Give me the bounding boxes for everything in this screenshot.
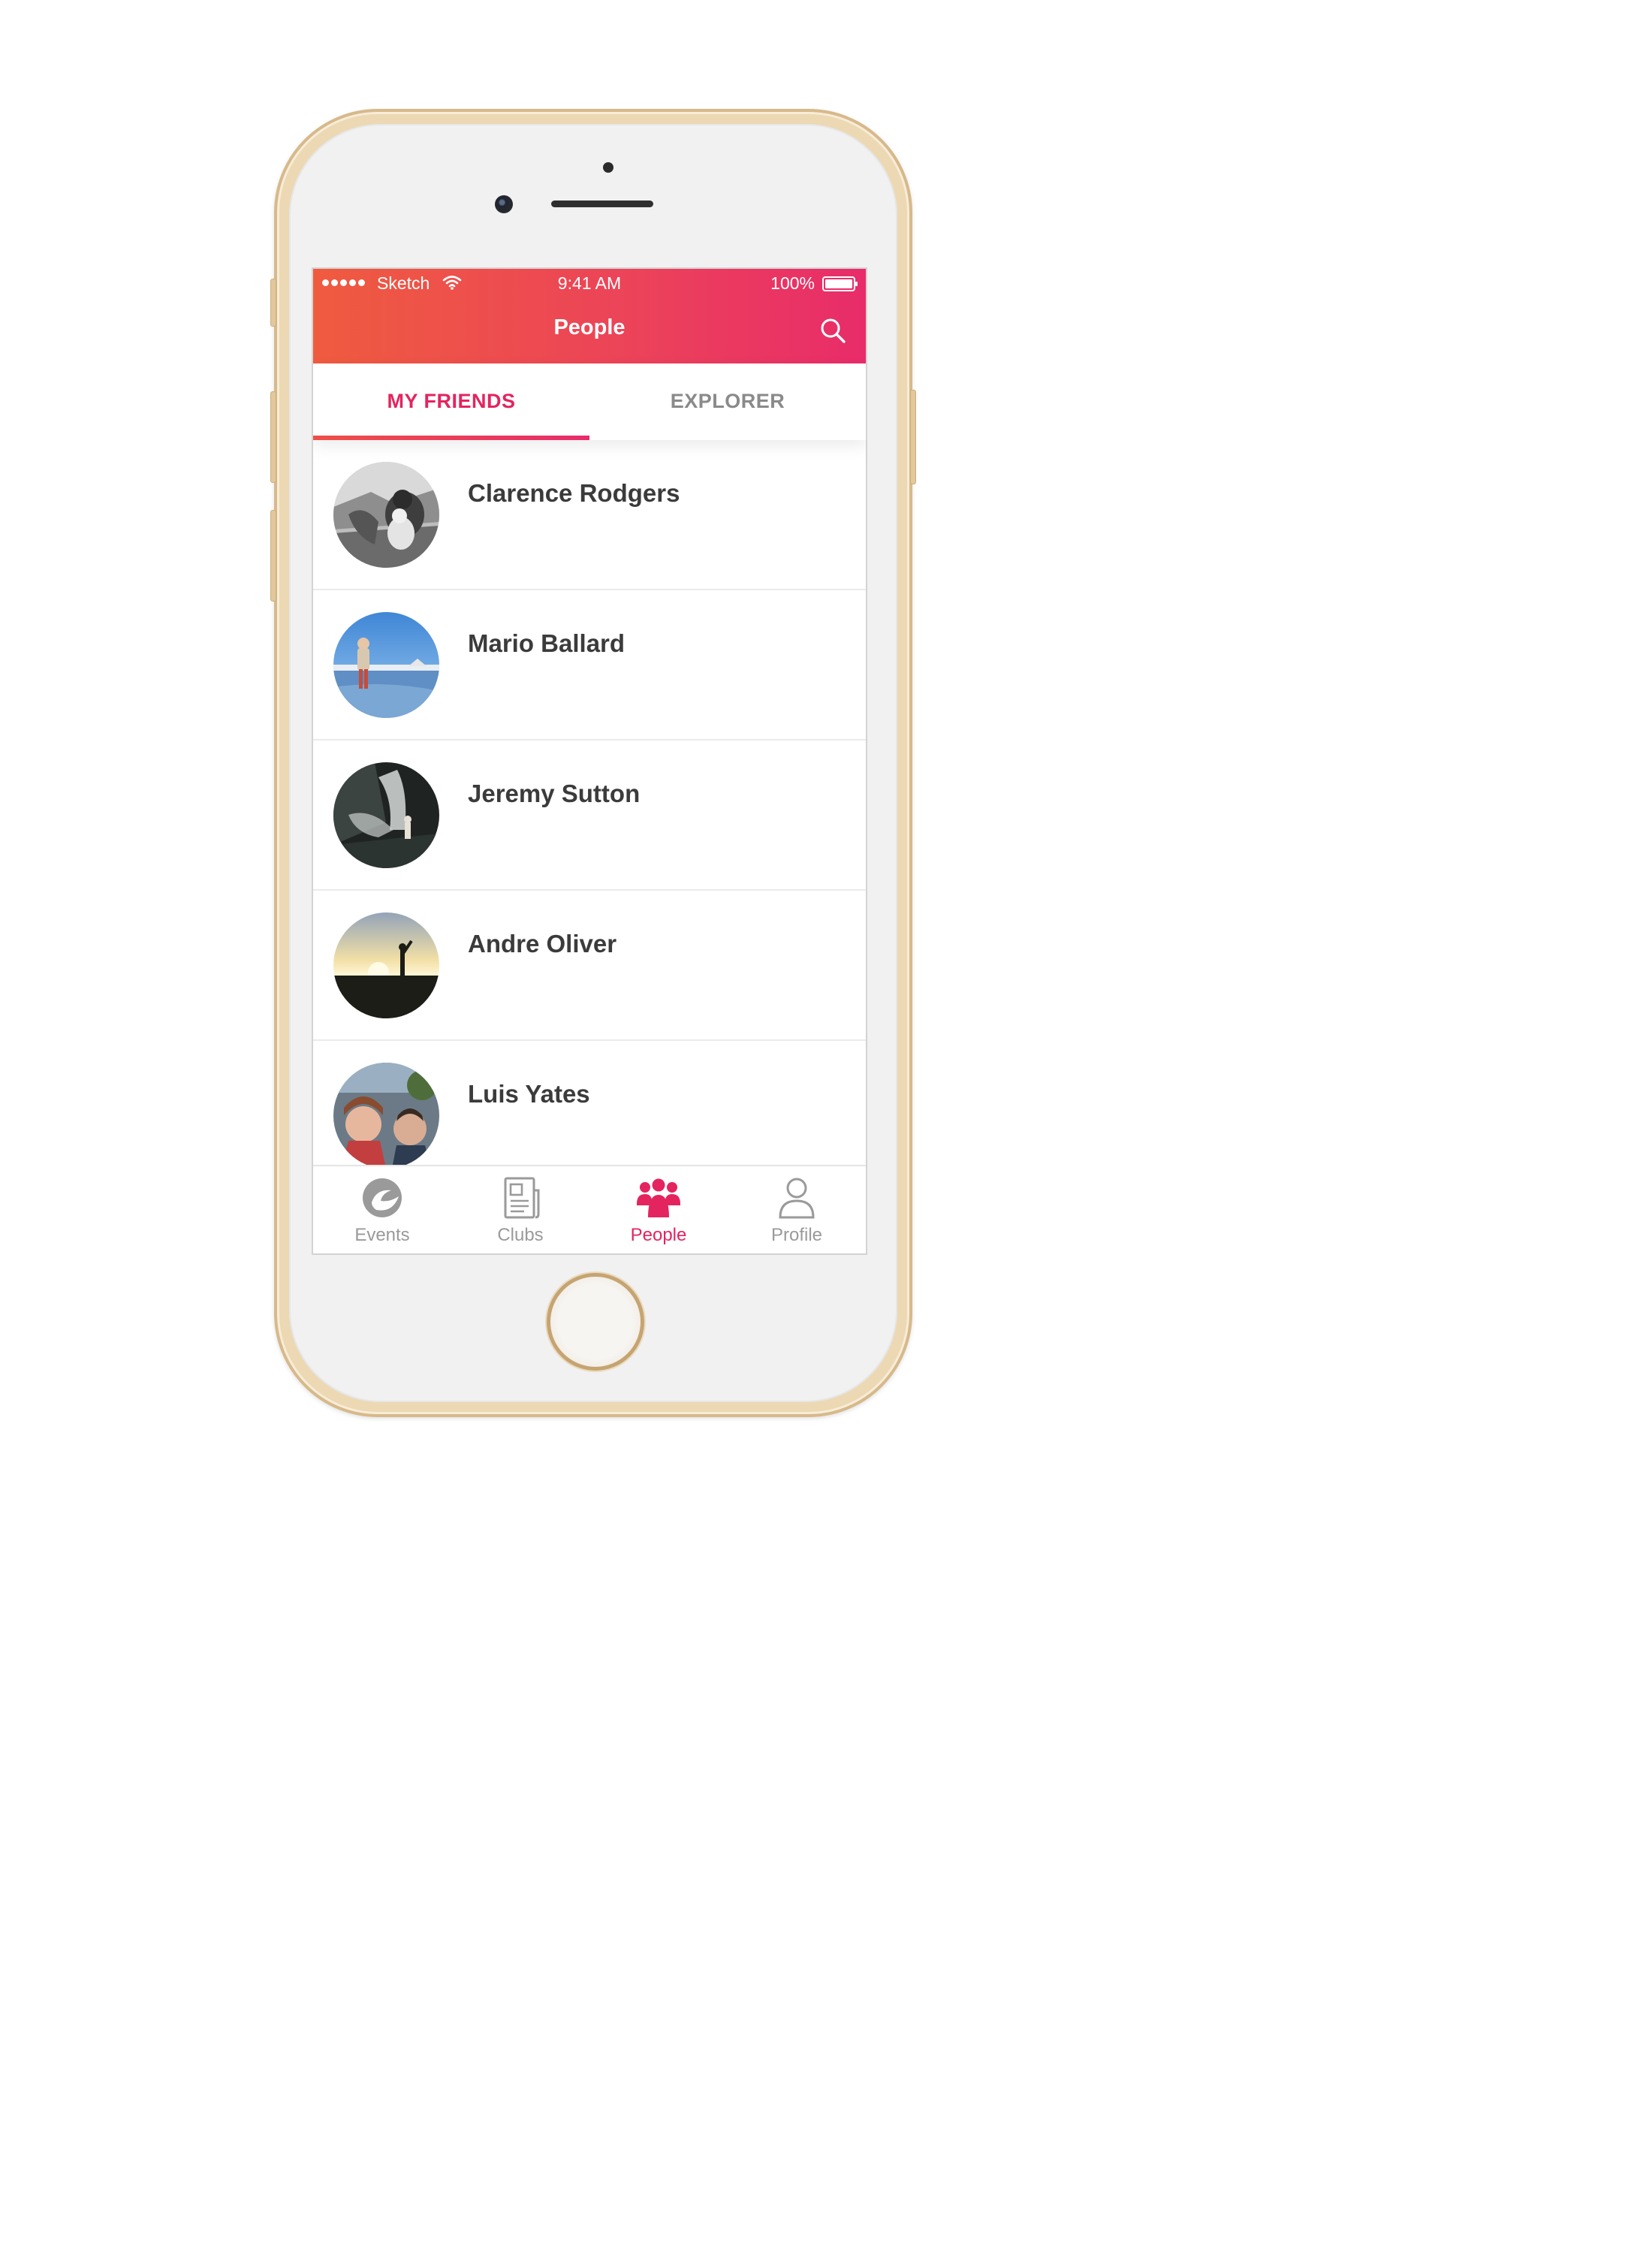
avatar: [333, 912, 439, 1018]
nav-clubs[interactable]: Clubs: [451, 1166, 589, 1253]
list-item[interactable]: Clarence Rodgers: [313, 440, 866, 590]
app-header: Sketch 9:41 AM 100% People: [313, 269, 866, 363]
list-item[interactable]: Andre Oliver: [313, 891, 866, 1041]
volume-up-button: [270, 391, 276, 483]
nav-label-profile: Profile: [770, 1225, 823, 1245]
avatar: [333, 462, 439, 568]
tab-explorer[interactable]: EXPLORER: [589, 363, 866, 440]
clubs-icon: [504, 1177, 540, 1219]
front-sensor: [603, 162, 613, 173]
friend-name: Andre Oliver: [468, 930, 617, 958]
tab-my-friends[interactable]: MY FRIENDS: [313, 363, 589, 440]
friend-name: Jeremy Sutton: [468, 780, 641, 807]
friend-name: Clarence Rodgers: [468, 479, 680, 507]
app-screen: Sketch 9:41 AM 100% People MY FRIENDS EX…: [312, 267, 867, 1255]
earpiece-speaker: [551, 201, 653, 207]
profile-icon: [779, 1178, 815, 1219]
avatar: [333, 612, 439, 718]
active-tab-indicator: [313, 436, 589, 440]
tab-bar: MY FRIENDS EXPLORER: [313, 363, 866, 440]
avatar: [333, 762, 439, 868]
nav-events[interactable]: Events: [313, 1166, 451, 1253]
power-button: [910, 390, 916, 484]
nav-label-clubs: Clubs: [497, 1225, 544, 1245]
status-bar: Sketch 9:41 AM 100%: [313, 269, 866, 297]
nav-label-people: People: [630, 1225, 687, 1245]
home-button[interactable]: [547, 1273, 644, 1371]
page-title: People: [553, 315, 626, 339]
nav-profile[interactable]: Profile: [728, 1166, 866, 1253]
list-item[interactable]: Jeremy Sutton: [313, 740, 866, 891]
bottom-navigation: Events Clubs People Profile: [313, 1165, 866, 1253]
nav-label-events: Events: [354, 1225, 410, 1245]
avatar: [333, 1063, 439, 1169]
nav-people[interactable]: People: [589, 1166, 728, 1253]
battery-percentage: 100%: [770, 273, 815, 293]
list-item[interactable]: Mario Ballard: [313, 590, 866, 740]
events-icon: [363, 1178, 402, 1217]
front-camera: [495, 195, 513, 213]
friend-list: Clarence Rodgers Mario Ballard Jeremy Su…: [313, 440, 866, 1196]
friend-name: Mario Ballard: [468, 629, 626, 657]
people-icon: [637, 1178, 680, 1217]
search-icon[interactable]: [818, 315, 848, 345]
volume-down-button: [270, 510, 276, 602]
friend-name: Luis Yates: [468, 1080, 590, 1108]
mute-switch: [270, 279, 276, 327]
battery-icon: [822, 276, 858, 291]
